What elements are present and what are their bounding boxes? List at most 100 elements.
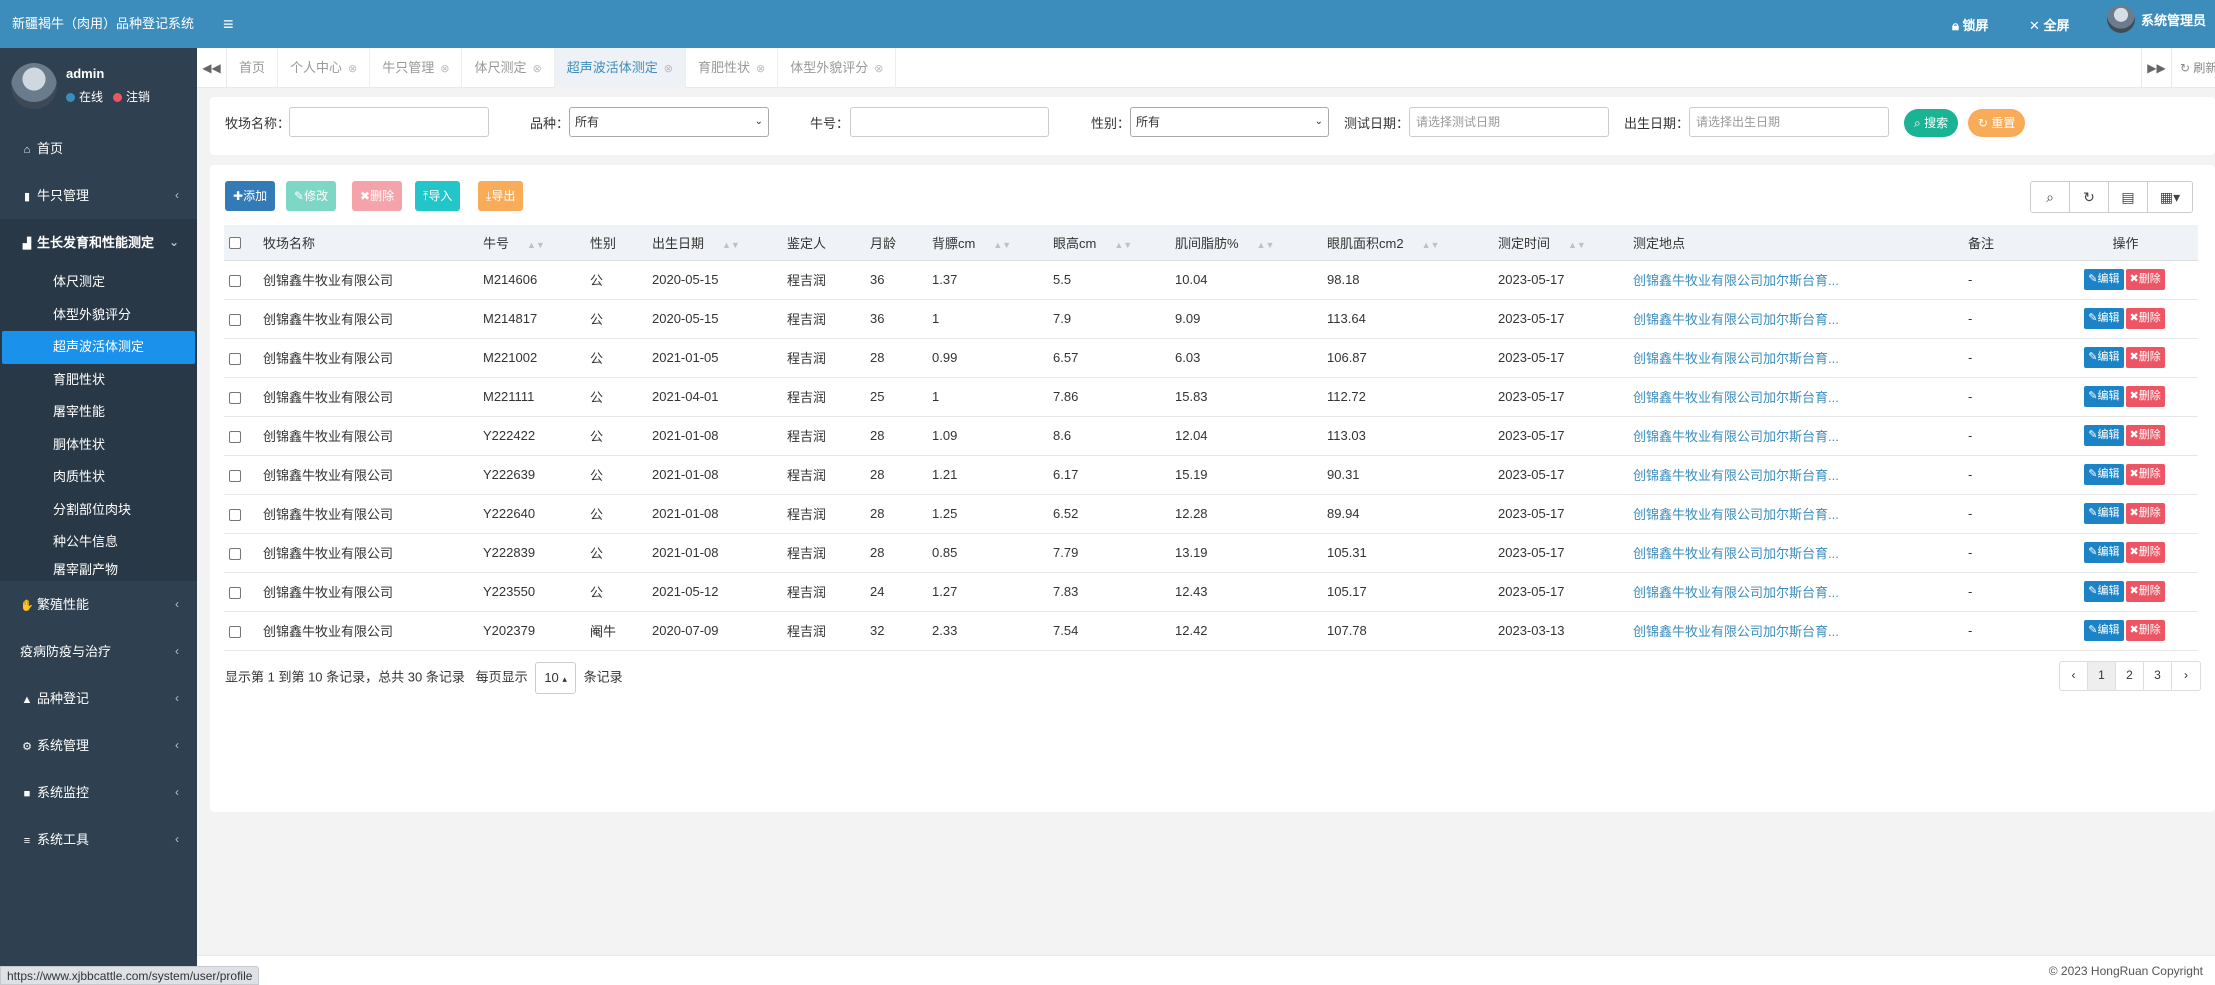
page-3-button[interactable]: 3 <box>2144 662 2172 690</box>
tab-cattle[interactable]: 牛只管理 ⊗ <box>370 48 463 88</box>
table-cell[interactable]: 创锦鑫牛牧业有限公司加尔斯台育... <box>1628 455 1963 494</box>
avatar[interactable] <box>11 63 57 109</box>
prev-page-button[interactable]: ‹ <box>2060 662 2088 690</box>
add-button[interactable]: ✚添加 <box>225 181 276 211</box>
lock-screen-button[interactable]: 🔒︎ 锁屏 <box>1952 15 1989 34</box>
page-1-button[interactable]: 1 <box>2088 662 2116 690</box>
table-row[interactable]: 创锦鑫牛牧业有限公司 Y222839 公 2021-01-08 程吉润 28 0.85 7.7… <box>224 533 2198 572</box>
sidebar-item-tools[interactable]: ≡ 系统工具 ‹ <box>0 816 197 863</box>
table-cell[interactable]: 创锦鑫牛牧业有限公司加尔斯台育... <box>1628 533 1963 572</box>
col-imf[interactable]: 肌间脂肪% ▲▼ <box>1170 225 1322 261</box>
table-cell[interactable]: 创锦鑫牛牧业有限公司加尔斯台育... <box>1628 338 1963 377</box>
reset-button[interactable]: ↻ 重置 <box>1968 109 2026 137</box>
sidebar-item-breeding[interactable]: ✋ 繁殖性能 ‹ <box>0 581 197 628</box>
col-remark[interactable]: 备注 <box>1963 225 2053 261</box>
row-delete-button[interactable]: ✖删除 <box>2125 386 2165 407</box>
card-view-icon[interactable]: ▤ <box>2109 182 2148 212</box>
sidebar-item-disease[interactable]: 疫病防疫与治疗 ‹ <box>0 628 197 675</box>
row-delete-button[interactable]: ✖删除 <box>2125 347 2165 368</box>
sidebar-sub-body-measure[interactable]: 体尺测定 <box>0 266 197 299</box>
page-2-button[interactable]: 2 <box>2116 662 2144 690</box>
row-delete-button[interactable]: ✖删除 <box>2125 542 2165 563</box>
table-row[interactable]: 创锦鑫牛牧业有限公司 Y223550 公 2021-05-12 程吉润 24 1.27 7.8… <box>224 572 2198 611</box>
row-checkbox[interactable] <box>229 508 241 521</box>
next-page-button[interactable]: › <box>2172 662 2200 690</box>
page-size-select[interactable]: 10 ▴ <box>535 662 576 694</box>
row-checkbox[interactable] <box>229 586 241 599</box>
table-cell[interactable]: 创锦鑫牛牧业有限公司加尔斯台育... <box>1628 572 1963 611</box>
col-eye-height[interactable]: 眼高cm ▲▼ <box>1048 225 1170 261</box>
row-delete-button[interactable]: ✖删除 <box>2125 581 2165 602</box>
table-row[interactable]: 创锦鑫牛牧业有限公司 Y222422 公 2021-01-08 程吉润 28 1.09 8.6… <box>224 416 2198 455</box>
import-button[interactable]: ⤒导入 <box>415 181 461 211</box>
table-row[interactable]: 创锦鑫牛牧业有限公司 Y222640 公 2021-01-08 程吉润 28 1.25 6.5… <box>224 494 2198 533</box>
col-age-months[interactable]: 月龄 <box>865 225 927 261</box>
breed-select[interactable]: 所有 ⌄ <box>569 107 769 137</box>
close-icon[interactable]: ⊗ <box>440 63 449 75</box>
table-row[interactable]: 创锦鑫牛牧业有限公司 M221111 公 2021-04-01 程吉润 25 1 7.86 15… <box>224 377 2198 416</box>
tab-body-measure[interactable]: 体尺测定 ⊗ <box>462 48 555 88</box>
col-birth-date[interactable]: 出生日期 ▲▼ <box>647 225 782 261</box>
close-icon[interactable]: ⊗ <box>756 63 765 75</box>
admin-menu[interactable]: 系统管理员 <box>2107 4 2206 33</box>
col-backfat[interactable]: 背膘cm ▲▼ <box>927 225 1048 261</box>
refresh-tab-button[interactable]: ↻ 刷新 <box>2171 48 2215 88</box>
col-cow-number[interactable]: 牛号 ▲▼ <box>478 225 585 261</box>
row-checkbox[interactable] <box>229 274 241 287</box>
columns-icon[interactable]: ▦▾ <box>2148 182 2192 212</box>
tab-profile[interactable]: 个人中心 ⊗ <box>278 48 371 88</box>
close-icon[interactable]: ⊗ <box>874 63 883 75</box>
table-cell[interactable]: 创锦鑫牛牧业有限公司加尔斯台育... <box>1628 611 1963 650</box>
fullscreen-button[interactable]: ✕ 全屏 <box>2029 15 2070 34</box>
row-delete-button[interactable]: ✖删除 <box>2125 269 2165 290</box>
row-edit-button[interactable]: ✎编辑 <box>2084 269 2124 290</box>
table-row[interactable]: 创锦鑫牛牧业有限公司 Y202379 阉牛 2020-07-09 程吉润 32 2.33 7.… <box>224 611 2198 650</box>
sidebar-item-monitor[interactable]: ■ 系统监控 ‹ <box>0 769 197 816</box>
col-rea[interactable]: 眼肌面积cm2 ▲▼ <box>1322 225 1493 261</box>
row-checkbox[interactable] <box>229 469 241 482</box>
table-cell[interactable]: 创锦鑫牛牧业有限公司加尔斯台育... <box>1628 494 1963 533</box>
sidebar-sub-ultrasound[interactable]: 超声波活体测定 <box>2 331 195 364</box>
row-edit-button[interactable]: ✎编辑 <box>2084 386 2124 407</box>
edit-button[interactable]: ✎修改 <box>286 181 337 211</box>
row-delete-button[interactable]: ✖删除 <box>2125 503 2165 524</box>
row-delete-button[interactable]: ✖删除 <box>2125 425 2165 446</box>
export-button[interactable]: ⤓导出 <box>478 181 524 211</box>
table-row[interactable]: 创锦鑫牛牧业有限公司 M221002 公 2021-01-05 程吉润 28 0.99 6.5… <box>224 338 2198 377</box>
row-edit-button[interactable]: ✎编辑 <box>2084 425 2124 446</box>
menu-toggle-icon[interactable]: ≡ <box>223 14 234 35</box>
row-edit-button[interactable]: ✎编辑 <box>2084 620 2124 641</box>
row-edit-button[interactable]: ✎编辑 <box>2084 581 2124 602</box>
sex-select[interactable]: 所有 ⌄ <box>1130 107 1329 137</box>
col-farm[interactable]: 牧场名称 <box>258 225 478 261</box>
table-cell[interactable]: 创锦鑫牛牧业有限公司加尔斯台育... <box>1628 299 1963 338</box>
table-row[interactable]: 创锦鑫牛牧业有限公司 Y222639 公 2021-01-08 程吉润 28 1.21 6.1… <box>224 455 2198 494</box>
sidebar-item-growth[interactable]: ▟ 生长发育和性能测定 ⌄ <box>0 219 197 266</box>
logout-link[interactable]: 注销 <box>126 90 150 104</box>
row-edit-button[interactable]: ✎编辑 <box>2084 542 2124 563</box>
select-all-checkbox[interactable] <box>229 237 241 250</box>
tabs-scroll-right-icon[interactable]: ▶▶ <box>2141 48 2171 88</box>
col-test-time[interactable]: 测定时间 ▲▼ <box>1493 225 1628 261</box>
delete-button[interactable]: ✖删除 <box>352 181 403 211</box>
birth-date-input[interactable]: 请选择出生日期 <box>1689 107 1889 137</box>
refresh-icon[interactable]: ↻ <box>2070 182 2109 212</box>
sidebar-item-home[interactable]: ⌂ 首页 <box>0 125 197 172</box>
close-icon[interactable]: ⊗ <box>533 63 542 75</box>
sidebar-sub-carcass[interactable]: 胴体性状 <box>0 429 197 462</box>
table-cell[interactable]: 创锦鑫牛牧业有限公司加尔斯台育... <box>1628 260 1963 299</box>
row-edit-button[interactable]: ✎编辑 <box>2084 503 2124 524</box>
search-button[interactable]: ⌕ 搜索 <box>1904 109 1959 137</box>
col-location[interactable]: 测定地点 <box>1628 225 1963 261</box>
row-checkbox[interactable] <box>229 352 241 365</box>
row-checkbox[interactable] <box>229 313 241 326</box>
row-delete-button[interactable]: ✖删除 <box>2125 308 2165 329</box>
table-row[interactable]: 创锦鑫牛牧业有限公司 M214606 公 2020-05-15 程吉润 36 1.37 5.5… <box>224 260 2198 299</box>
sidebar-sub-fattening[interactable]: 育肥性状 <box>0 364 197 397</box>
farm-input[interactable] <box>289 107 489 137</box>
sidebar-item-cattle[interactable]: ▮ 牛只管理 ‹ <box>0 172 197 219</box>
row-checkbox[interactable] <box>229 430 241 443</box>
table-cell[interactable]: 创锦鑫牛牧业有限公司加尔斯台育... <box>1628 416 1963 455</box>
row-checkbox[interactable] <box>229 547 241 560</box>
sidebar-sub-slaughter[interactable]: 屠宰性能 <box>0 396 197 429</box>
